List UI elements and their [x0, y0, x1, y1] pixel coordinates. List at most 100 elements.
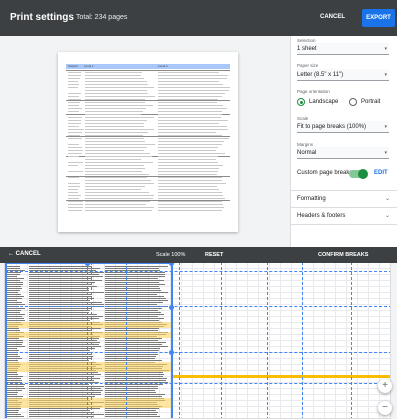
page-break-line — [221, 263, 222, 418]
margins-dropdown[interactable]: Normal ▾ — [297, 147, 389, 159]
cell-text — [29, 374, 101, 375]
confirm-breaks-button[interactable]: CONFIRM BREAKS — [318, 252, 368, 258]
cell-text — [105, 284, 166, 285]
headers-footers-section[interactable]: Headers & footers ⌄ — [291, 207, 397, 224]
cell-text — [29, 356, 94, 357]
break-drag-handle[interactable] — [169, 350, 174, 355]
cell-text — [105, 330, 159, 331]
cell-text — [7, 276, 18, 277]
cell-text — [7, 328, 19, 329]
cell-text — [29, 350, 91, 351]
orientation-label: Page orientation — [297, 89, 330, 94]
selection-dropdown[interactable]: 1 sheet ▾ — [297, 43, 389, 55]
scale-dropdown[interactable]: Fit to page breaks (100%) ▾ — [297, 121, 389, 133]
edit-breaks-button[interactable]: EDIT — [374, 170, 388, 176]
text-line — [68, 120, 81, 121]
text-line — [68, 171, 83, 172]
paper-size-value: Letter (8.5" x 11") — [297, 72, 344, 78]
cell-text — [7, 308, 25, 309]
zoom-in-button[interactable]: + — [378, 379, 392, 393]
cell-text — [105, 346, 168, 347]
text-line — [158, 81, 220, 82]
cell-text — [29, 388, 101, 389]
landscape-label[interactable]: Landscape — [309, 99, 338, 105]
cell-text — [7, 290, 20, 291]
zoom-out-button[interactable]: − — [378, 401, 392, 415]
table-rule — [66, 70, 230, 71]
chevron-down-icon: ▾ — [384, 150, 387, 156]
text-line — [85, 135, 144, 136]
export-button[interactable]: EXPORT — [362, 9, 395, 27]
text-line — [158, 75, 229, 76]
total-pages-text: Total: 234 pages — [76, 14, 128, 21]
text-line — [68, 102, 81, 103]
text-line — [68, 210, 82, 211]
cell-text — [29, 266, 93, 267]
cell-text — [29, 412, 95, 413]
text-line — [68, 204, 84, 205]
text-line — [85, 162, 153, 163]
cell-text — [105, 356, 156, 357]
text-line — [68, 138, 83, 139]
cell-text — [29, 392, 101, 393]
cancel-button[interactable]: CANCEL — [320, 14, 345, 20]
preview-column-header: Level 1 — [84, 64, 94, 68]
text-line — [85, 72, 142, 73]
page-break-line — [351, 263, 352, 418]
text-line — [85, 174, 150, 175]
page-break-line — [302, 263, 303, 418]
cell-text — [29, 378, 100, 379]
cell-text — [7, 380, 23, 381]
text-line — [68, 165, 79, 166]
cell-text — [7, 338, 20, 339]
cell-text — [7, 374, 19, 375]
text-line — [68, 87, 79, 88]
break-drag-handle[interactable] — [169, 305, 174, 310]
chevron-down-icon: ▾ — [384, 124, 387, 130]
cell-text — [29, 408, 101, 409]
cell-text — [105, 390, 156, 391]
cell-text — [105, 350, 160, 351]
cell-text — [105, 282, 160, 283]
highlighted-row-extension — [171, 375, 390, 378]
formatting-section[interactable]: Formatting ⌄ — [291, 190, 397, 207]
paper-size-dropdown[interactable]: Letter (8.5" x 11") ▾ — [297, 69, 389, 81]
text-line — [158, 111, 223, 112]
cell-text — [105, 414, 158, 415]
cell-text — [7, 318, 24, 319]
cell-text — [105, 312, 161, 313]
cell-text — [105, 388, 158, 389]
page-break-line — [126, 263, 127, 418]
custom-page-breaks-toggle[interactable] — [349, 169, 368, 179]
cancel-breaks-button[interactable]: ← CANCEL — [8, 251, 41, 257]
text-line — [85, 99, 145, 100]
text-line — [68, 111, 79, 112]
page-title: Print settings — [10, 12, 74, 23]
text-line — [68, 78, 81, 79]
cell-text — [105, 298, 166, 299]
cell-text — [105, 396, 162, 397]
cell-text — [7, 300, 18, 301]
cell-text — [7, 410, 19, 411]
text-line — [158, 78, 227, 79]
landscape-radio[interactable] — [297, 98, 305, 106]
text-line — [158, 198, 226, 199]
cell-text — [29, 278, 92, 279]
reset-button[interactable]: RESET — [205, 252, 223, 258]
portrait-label[interactable]: Portrait — [361, 99, 380, 105]
cell-text — [7, 286, 22, 287]
break-drag-handle[interactable] — [169, 263, 174, 266]
chevron-down-icon: ⌄ — [384, 213, 390, 219]
chevron-down-icon: ▾ — [384, 72, 387, 78]
portrait-radio[interactable] — [349, 98, 357, 106]
text-line — [85, 126, 145, 127]
cell-text — [29, 328, 101, 329]
cell-text — [7, 392, 19, 393]
cell-text — [105, 410, 156, 411]
text-line — [85, 93, 149, 94]
cancel-breaks-label: CANCEL — [15, 251, 41, 257]
cell-text — [7, 384, 25, 385]
cell-text — [7, 342, 23, 343]
text-line — [85, 207, 154, 208]
highlighted-row — [5, 362, 171, 372]
